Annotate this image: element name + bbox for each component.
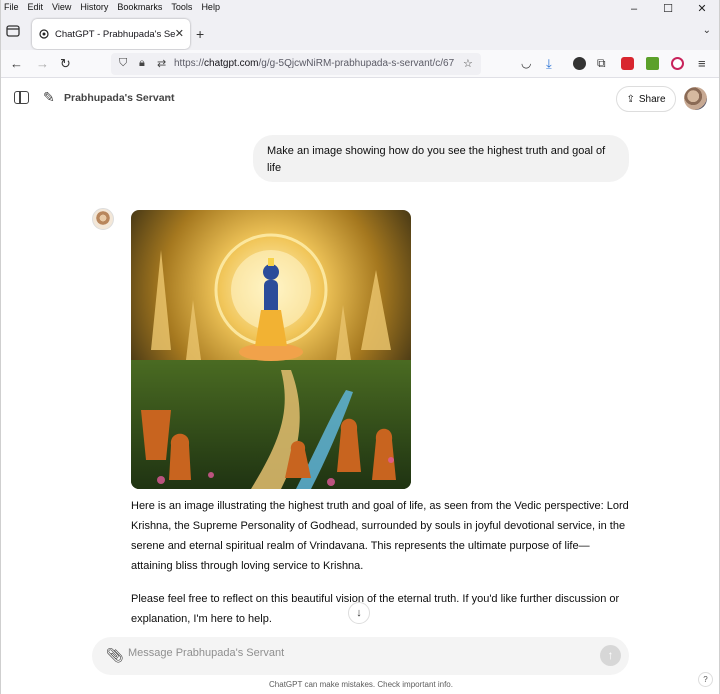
lock-icon[interactable]: 🔒︎ xyxy=(139,57,145,70)
paperclip-icon[interactable]: 📎︎ xyxy=(106,647,124,664)
url-text[interactable]: https://chatgpt.com/g/g-5QjcwNiRM-prabhu… xyxy=(174,58,454,69)
menu-help[interactable]: Help xyxy=(197,2,225,12)
media-extension-icon[interactable] xyxy=(671,57,684,70)
back-arrow-icon[interactable]: ← xyxy=(10,56,23,71)
url-prefix: https:// xyxy=(174,58,205,69)
permissions-icon[interactable]: ⇄ xyxy=(157,57,166,70)
extension-b-icon[interactable] xyxy=(573,57,586,70)
new-tab-button[interactable]: + xyxy=(196,26,204,42)
share-label: Share xyxy=(638,93,666,105)
assistant-message: Here is an image illustrating the highes… xyxy=(131,496,631,642)
message-composer: 📎︎ ↑ xyxy=(92,637,629,675)
chatgpt-favicon-icon xyxy=(39,29,49,39)
user-avatar[interactable] xyxy=(684,87,707,110)
menu-view[interactable]: View xyxy=(48,2,76,12)
send-button[interactable]: ↑ xyxy=(600,645,621,666)
downloads-icon[interactable]: ⤓ xyxy=(546,56,552,72)
download-helper-icon[interactable] xyxy=(646,57,659,70)
help-button[interactable]: ? xyxy=(698,672,713,687)
menu-history[interactable]: History xyxy=(76,2,113,12)
shield-icon[interactable]: ⛉ xyxy=(119,57,127,70)
hamburger-menu-icon[interactable]: ≡ xyxy=(698,56,706,71)
scroll-to-bottom-button[interactable]: ↓ xyxy=(348,602,370,624)
menu-tools[interactable]: Tools xyxy=(167,2,197,12)
assistant-paragraph-2: Please feel free to reflect on this beau… xyxy=(131,593,620,625)
message-input[interactable] xyxy=(128,647,568,659)
navigation-toolbar: ← → ↻ ⛉ 🔒︎ ⇄ https://chatgpt.com/g/g-5Qj… xyxy=(1,50,719,78)
tab-strip: ChatGPT - Prabhupada's Servan ✕ + ⌄ xyxy=(1,14,719,50)
menu-bar: File Edit View History Bookmarks Tools H… xyxy=(1,0,719,14)
tab-list-icon[interactable] xyxy=(6,25,20,37)
shield-extension-icon[interactable] xyxy=(621,57,634,70)
forward-arrow-icon[interactable]: → xyxy=(36,56,49,71)
address-bar[interactable]: ⛉ 🔒︎ ⇄ https://chatgpt.com/g/g-5QjcwNiRM… xyxy=(111,53,481,75)
assistant-paragraph-1: Here is an image illustrating the highes… xyxy=(131,500,629,572)
new-chat-icon[interactable]: ✎ xyxy=(43,89,55,106)
tab-title: ChatGPT - Prabhupada's Servan xyxy=(55,28,175,40)
menu-edit[interactable]: Edit xyxy=(24,2,49,12)
disclaimer-text: ChatGPT can make mistakes. Check importa… xyxy=(269,680,453,689)
tab-chatgpt[interactable]: ChatGPT - Prabhupada's Servan ✕ xyxy=(32,19,190,49)
share-icon: ⇪ xyxy=(626,93,635,105)
gpt-avatar xyxy=(92,208,114,230)
browser-window: File Edit View History Bookmarks Tools H… xyxy=(0,0,720,694)
gpt-name[interactable]: Prabhupada's Servant xyxy=(64,92,174,104)
extensions-puzzle-icon[interactable]: ⧉ xyxy=(597,56,606,71)
pocket-icon[interactable]: ◡ xyxy=(521,56,531,70)
reload-icon[interactable]: ↻ xyxy=(60,56,71,72)
close-tab-icon[interactable]: ✕ xyxy=(175,27,184,40)
bookmark-star-icon[interactable]: ☆ xyxy=(463,57,473,70)
generated-image[interactable] xyxy=(131,210,411,489)
sidebar-toggle-icon[interactable] xyxy=(14,91,29,104)
user-message: Make an image showing how do you see the… xyxy=(253,135,629,182)
url-path: /g/g-5QjcwNiRM-prabhupada-s-servant/c/67… xyxy=(258,58,455,69)
tab-overflow-chevron-icon[interactable]: ⌄ xyxy=(703,25,711,36)
menu-bookmarks[interactable]: Bookmarks xyxy=(113,2,167,12)
chevron-down-icon[interactable]: ⌄ xyxy=(165,91,173,102)
menu-file[interactable]: File xyxy=(1,2,24,12)
share-button[interactable]: ⇪ Share xyxy=(616,86,676,112)
chat-header: ✎ Prabhupada's Servant ⌄ ⇪ Share xyxy=(1,79,719,119)
url-host: chatgpt.com xyxy=(204,58,259,69)
